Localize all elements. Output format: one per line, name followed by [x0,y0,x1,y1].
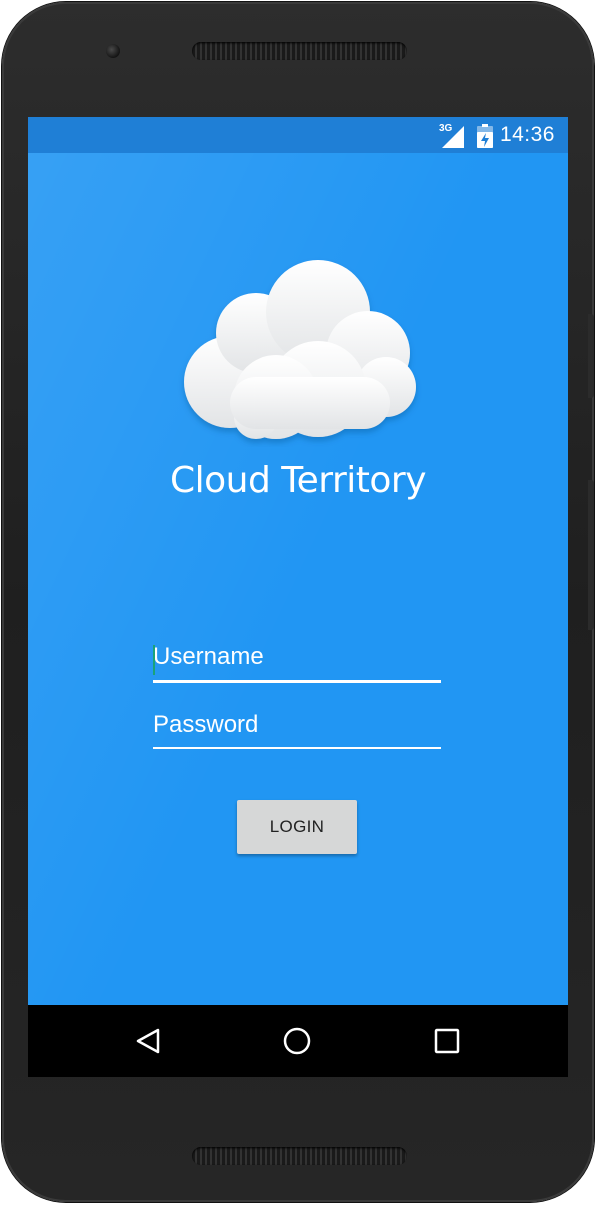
front-camera [106,44,120,58]
navigation-bar [28,1005,568,1077]
recents-icon[interactable] [427,1021,467,1061]
volume-button [588,480,594,630]
login-button[interactable]: LOGIN [237,800,357,854]
text-cursor [153,645,155,675]
top-speaker [192,42,407,60]
app-title: Cloud Territory [169,460,427,501]
password-input[interactable] [153,707,441,743]
signal-icon [442,126,464,153]
battery-icon [477,124,493,153]
bottom-speaker [192,1147,407,1165]
cloud-icon [168,257,428,452]
home-icon[interactable] [277,1021,317,1061]
username-underline [153,680,441,683]
status-bar: 3G 14:36 [28,117,568,153]
back-icon[interactable] [128,1021,168,1061]
password-underline [153,747,441,749]
power-button [588,314,594,398]
clock: 14:36 [499,123,555,146]
password-field[interactable] [153,707,441,749]
username-input[interactable] [153,639,441,675]
username-field[interactable] [153,639,441,683]
app-screen: 3G 14:36 Cloud Territory Username LOGIN [28,117,568,1077]
